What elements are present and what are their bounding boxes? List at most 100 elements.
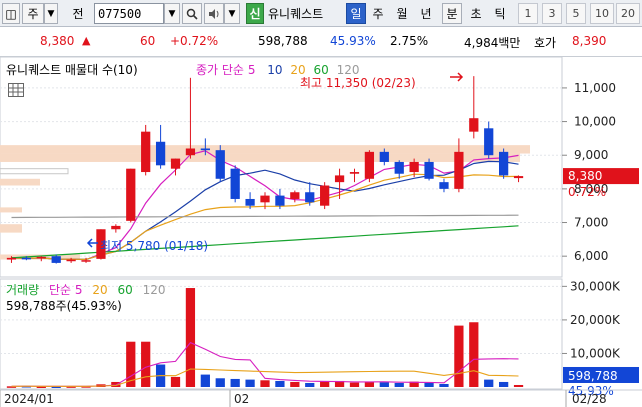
volume-current-tag: 598,788 <box>568 369 618 383</box>
price-change: 60 <box>140 34 156 48</box>
volume-tick-label: 30,000K <box>570 279 621 293</box>
candle-body <box>141 131 151 173</box>
volume-legend: 거래량 단순 5 20 60 120 <box>6 281 165 298</box>
current-price: 8,380 <box>40 34 75 48</box>
current-pct-tag: 0.72% <box>568 185 606 199</box>
volume-bar <box>513 384 524 387</box>
candle-body <box>513 176 524 179</box>
x-axis-label: 02 <box>234 392 249 406</box>
candle-body <box>215 150 225 179</box>
quote-bar: 8,380 ▲ 60 +0.72% 598,788 45.93% 2.75% 4… <box>0 27 642 57</box>
trade-volume: 598,788 <box>258 34 308 48</box>
candle-body <box>305 192 315 203</box>
period-tab-minute[interactable]: 분 <box>442 3 462 24</box>
candle-body <box>170 158 181 169</box>
candle-body <box>260 195 270 203</box>
volume-title: 거래량 <box>6 283 40 297</box>
price-tick-label: 6,000 <box>574 249 608 263</box>
stock-chart[interactable]: 11,000 10,000 9,000 8,000 7,000 6,000 30,000K 2… <box>0 56 642 407</box>
volume-ratio: 45.93% <box>330 34 376 48</box>
search-icon[interactable] <box>182 3 202 24</box>
chart-canvas: 11,00010,0009,0008,0007,0006,00030,000K2… <box>0 56 642 407</box>
candle-body <box>36 256 46 259</box>
low-price-label: 최저 5,780 (01/18) <box>100 239 209 253</box>
volume-bar <box>260 380 270 387</box>
volume-profile-label: 유니퀘스트 매물대 수(10) <box>6 63 138 77</box>
volume-ma-label: 단순 <box>48 283 72 297</box>
current-price-tag: 8,380 <box>568 169 602 183</box>
period-tab-week[interactable]: 주 <box>368 3 388 24</box>
candle-body <box>66 259 76 262</box>
volume-bar <box>484 379 494 387</box>
volume-ma-20: 20 <box>92 283 108 297</box>
price-tick-label: 9,000 <box>574 148 608 162</box>
tab-jeon[interactable]: 전 <box>66 3 88 24</box>
candle-body <box>275 195 285 206</box>
stock-code-input[interactable]: 077500 <box>94 3 164 24</box>
volume-tick-label: 20,000K <box>570 313 621 327</box>
stock-name: 유니퀘스트 <box>268 7 324 21</box>
volume-bar <box>170 376 181 387</box>
market-type-label: 주 <box>27 7 39 21</box>
speaker-icon[interactable] <box>204 3 224 24</box>
candle-body <box>185 148 196 156</box>
volume-bar <box>275 380 285 387</box>
volume-bar <box>230 378 240 387</box>
volume-ma-120: 120 <box>142 283 166 297</box>
market-type-select[interactable]: 주 <box>22 3 44 24</box>
volume-bar <box>469 322 479 387</box>
candle-body <box>200 148 210 151</box>
candle-body <box>439 182 449 189</box>
volume-bar <box>185 288 196 387</box>
candle-body <box>484 128 494 156</box>
interval-1[interactable]: 1 <box>518 3 538 24</box>
ma-5: 5 <box>247 63 256 77</box>
candle-body <box>320 185 330 206</box>
volume-profile-bar <box>0 178 40 186</box>
period-tab-second[interactable]: 초 <box>466 3 486 24</box>
candle-body <box>454 151 464 189</box>
volume-profile-bar <box>0 207 22 213</box>
period-tab-month[interactable]: 월 <box>392 3 412 24</box>
candle-body <box>334 175 345 183</box>
window-menu-icon[interactable]: ◫ <box>2 3 20 24</box>
interval-5[interactable]: 5 <box>566 3 586 24</box>
period-tab-day[interactable]: 일 <box>346 3 366 24</box>
bid-price: 8,390 <box>572 34 607 48</box>
candle-body <box>379 151 389 162</box>
volume-bar <box>379 382 389 387</box>
high-price-label: 최고 11,350 (02/23) <box>300 76 416 90</box>
volume-profile-bar <box>0 153 520 162</box>
trade-amount: 4,984백만 <box>464 36 521 50</box>
candle-body <box>230 168 240 199</box>
candle-body <box>6 257 17 260</box>
candle-body <box>111 225 121 230</box>
price-change-pct: +0.72% <box>170 34 219 48</box>
candle-body <box>409 161 419 173</box>
badge-sin: 신 <box>246 3 264 24</box>
bid-label: 호가 <box>534 36 557 50</box>
chevron-down-icon[interactable]: ▼ <box>224 3 240 24</box>
volume-ma-60: 60 <box>117 283 133 297</box>
interval-20[interactable]: 20 <box>616 3 640 24</box>
period-tab-year[interactable]: 년 <box>416 3 436 24</box>
ma-10: 10 <box>267 63 283 77</box>
turnover-ratio: 2.75% <box>390 34 429 48</box>
candle-body <box>126 168 136 221</box>
price-tick-label: 7,000 <box>574 216 608 230</box>
candle-body <box>364 151 375 179</box>
candle-body <box>21 257 31 260</box>
period-tab-tick[interactable]: 틱 <box>490 3 510 24</box>
grid-toggle-icon[interactable] <box>8 83 24 97</box>
chevron-down-icon[interactable]: ▼ <box>164 3 180 24</box>
volume-bar <box>439 383 449 387</box>
volume-profile-bar <box>0 168 69 175</box>
interval-3[interactable]: 3 <box>542 3 562 24</box>
price-legend: 유니퀘스트 매물대 수(10) <box>6 61 138 78</box>
interval-10[interactable]: 10 <box>590 3 614 24</box>
candle-body <box>155 141 166 166</box>
toolbar: ◫ 주 ▼ 전 077500 ▼ ▼ 신 유니퀘스트 일 주 월 년 분 초 틱… <box>0 0 642 27</box>
chevron-down-icon[interactable]: ▼ <box>44 3 58 24</box>
x-axis-label: 02/28 <box>572 392 607 406</box>
volume-bar <box>454 325 464 387</box>
